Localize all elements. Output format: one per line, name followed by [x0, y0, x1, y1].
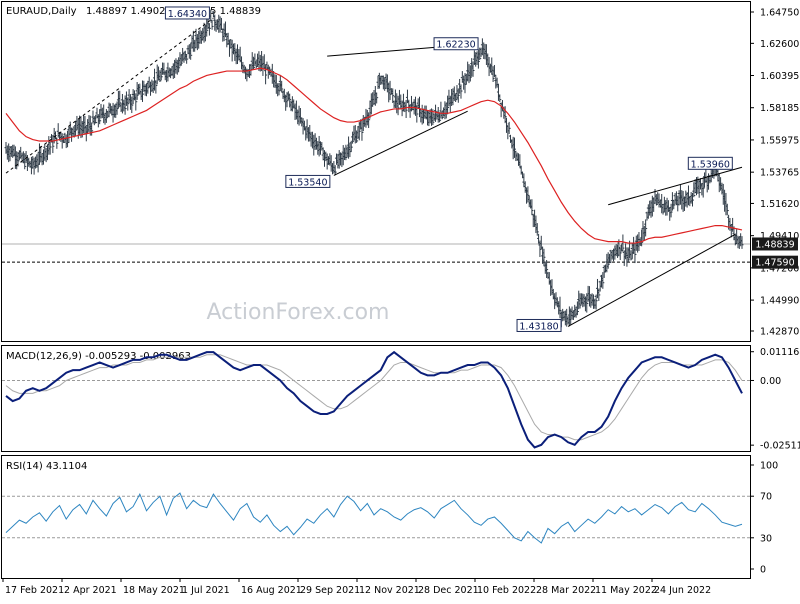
x-axis-label: 10 Feb 2022 [477, 585, 536, 596]
chart-container: ActionForex.com EURAUD,Daily 1.48897 1.4… [0, 0, 800, 600]
rsi-axis-label: 0 [760, 565, 766, 576]
rsi-axis-label: 30 [760, 533, 772, 544]
price-annotation-label: 1.43180 [519, 321, 558, 332]
price-annotation-label: 1.62230 [436, 40, 475, 51]
x-axis-label: 29 Sep 2021 [300, 585, 360, 596]
macd-axis-label: 0.00 [760, 376, 781, 387]
price-axis-label: 1.53765 [760, 168, 799, 179]
price-axis-label: 1.51620 [760, 199, 799, 210]
price-annotation-label: 1.53540 [288, 177, 327, 188]
watermark: ActionForex.com [207, 300, 390, 325]
x-axis-label: 28 Mar 2022 [536, 585, 596, 596]
x-axis-label: 28 Dec 2021 [418, 585, 479, 596]
price-annotation-label: 1.64340 [168, 9, 207, 20]
price-axis-label: 1.42870 [760, 327, 799, 338]
x-axis-label: 17 Feb 2021 [5, 585, 64, 596]
x-axis-label: 18 May 2021 [123, 585, 185, 596]
x-axis-label: 24 Jun 2022 [654, 585, 711, 596]
price-axis-label: 1.62600 [760, 39, 799, 50]
rsi-axis-label: 100 [760, 461, 778, 472]
x-axis-label: 12 Nov 2021 [359, 585, 420, 596]
x-axis-label: 2 Apr 2021 [64, 585, 117, 596]
rsi-title: RSI(14) 43.1104 [6, 461, 87, 472]
price-axis-label: 1.58185 [760, 103, 799, 114]
x-axis-label: 16 Aug 2021 [241, 585, 302, 596]
price-tag-label: 1.47590 [755, 258, 794, 269]
price-axis-label: 1.55975 [760, 135, 799, 146]
symbol-label: EURAUD,Daily [6, 6, 77, 17]
price-axis-label: 1.60395 [760, 71, 799, 82]
price-tag-label: 1.48839 [755, 239, 794, 250]
price-axis-label: 1.44990 [760, 296, 799, 307]
rsi-axis-label: 70 [760, 492, 772, 503]
macd-axis-label: 0.011168 [760, 347, 800, 358]
macd-title: MACD(12,26,9) -0.005293 -0.002963 [6, 351, 191, 362]
price-annotation-label: 1.53960 [691, 159, 730, 170]
x-axis-label: 1 Jul 2021 [182, 585, 230, 596]
macd-axis-label: -0.025117 [760, 441, 800, 452]
chart-background [0, 0, 800, 600]
price-axis-label: 1.64750 [760, 8, 799, 19]
x-axis-label: 11 May 2022 [595, 585, 657, 596]
chart-svg: ActionForex.com EURAUD,Daily 1.48897 1.4… [0, 0, 800, 600]
